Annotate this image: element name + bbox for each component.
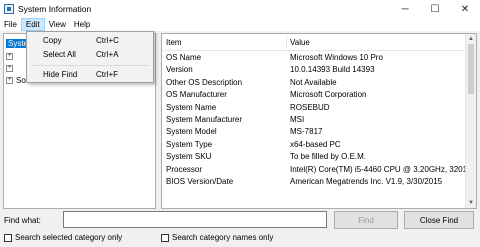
menu-item-shortcut: Ctrl+C (96, 36, 119, 45)
checkbox-box[interactable] (4, 233, 12, 242)
menu-item-label: Hide Find (43, 70, 78, 79)
edit-dropdown-menu: Copy Ctrl+C Select All Ctrl+A Hide Find … (26, 31, 154, 83)
list-header: Item Value (162, 34, 466, 51)
table-row[interactable]: Other OS Description Not Available (162, 77, 466, 89)
menu-item-label: Select All (43, 50, 76, 59)
scroll-up-arrow-icon[interactable]: ▲ (466, 34, 476, 44)
title-bar: System Information ─ ☐ ✕ (0, 0, 480, 18)
row-value: Microsoft Corporation (290, 90, 367, 100)
table-row[interactable]: System Model MS-7817 (162, 126, 466, 138)
row-value: Not Available (290, 77, 337, 87)
expand-icon[interactable]: + (6, 53, 13, 60)
table-row[interactable]: BIOS Version/Date American Megatrends In… (162, 176, 466, 188)
row-item: System Manufacturer (166, 115, 243, 124)
system-information-icon (4, 4, 14, 14)
menu-bar: File Edit View Help (0, 18, 480, 31)
menu-item-label: Copy (43, 36, 62, 45)
vertical-scrollbar[interactable]: ▲ ▼ (465, 34, 476, 208)
tree-item-collapsed[interactable]: + (6, 51, 16, 62)
table-row[interactable]: Processor Intel(R) Core(TM) i5-4460 CPU … (162, 164, 466, 176)
search-selected-category-checkbox[interactable]: Search selected category only (4, 233, 122, 242)
row-value: Microsoft Windows 10 Pro (290, 53, 383, 62)
column-header-value[interactable]: Value (290, 34, 310, 51)
row-item: BIOS Version/Date (166, 177, 234, 186)
table-row[interactable]: System Name ROSEBUD (162, 102, 466, 114)
find-what-label: Find what: (4, 216, 41, 225)
find-input[interactable] (63, 211, 327, 228)
minimize-button[interactable]: ─ (390, 0, 420, 18)
menu-item-copy[interactable]: Copy Ctrl+C (27, 35, 153, 46)
menu-view[interactable]: View (45, 18, 70, 31)
row-item: OS Name (166, 53, 202, 62)
menu-help[interactable]: Help (70, 18, 94, 31)
row-item: Processor (166, 164, 203, 174)
find-button[interactable]: Find (334, 211, 398, 229)
row-value: 10.0.14393 Build 14393 (290, 65, 375, 75)
table-row[interactable]: Version 10.0.14393 Build 14393 (162, 64, 466, 76)
row-value: MSI (290, 115, 305, 124)
search-category-names-checkbox[interactable]: Search category names only (161, 233, 273, 242)
row-item: Other OS Description (166, 77, 243, 87)
expand-icon[interactable]: + (6, 77, 13, 84)
table-row[interactable]: System Type x64-based PC (162, 139, 466, 151)
menu-file[interactable]: File (0, 18, 21, 31)
checkbox-label: Search category names only (172, 233, 274, 242)
menu-separator (33, 65, 149, 66)
column-divider[interactable] (286, 36, 287, 49)
row-item: System Type (166, 139, 213, 149)
expand-icon[interactable]: + (6, 65, 13, 72)
close-find-button[interactable]: Close Find (404, 211, 474, 229)
row-value: To be filled by O.E.M. (290, 152, 367, 162)
table-row[interactable]: OS Manufacturer Microsoft Corporation (162, 89, 466, 101)
table-row[interactable]: System Manufacturer MSI (162, 114, 466, 126)
row-item: System SKU (166, 152, 212, 162)
row-item: OS Manufacturer (166, 90, 227, 100)
details-list[interactable]: Item Value OS Name Microsoft Windows 10 … (161, 33, 477, 209)
window-title: System Information (18, 4, 92, 14)
row-value: x64-based PC (290, 139, 341, 149)
column-header-item[interactable]: Item (166, 34, 182, 51)
checkbox-box[interactable] (161, 233, 169, 242)
close-button[interactable]: ✕ (450, 0, 480, 18)
checkbox-label: Search selected category only (15, 233, 123, 242)
row-value: ROSEBUD (290, 102, 330, 112)
menu-item-shortcut: Ctrl+F (96, 70, 118, 79)
scroll-down-arrow-icon[interactable]: ▼ (466, 198, 476, 208)
row-item: System Model (166, 127, 217, 137)
menu-item-hide-find[interactable]: Hide Find Ctrl+F (27, 69, 153, 80)
row-value: Intel(R) Core(TM) i5-4460 CPU @ 3.20GHz,… (290, 164, 466, 174)
maximize-button[interactable]: ☐ (420, 0, 450, 18)
row-item: Version (166, 65, 193, 75)
window-controls: ─ ☐ ✕ (390, 0, 480, 18)
row-value: American Megatrends Inc. V1.9, 3/30/2015 (290, 177, 443, 186)
row-value: MS-7817 (290, 127, 323, 137)
table-row[interactable]: System SKU To be filled by O.E.M. (162, 151, 466, 163)
menu-edit[interactable]: Edit (20, 18, 45, 31)
tree-item-collapsed[interactable]: + (6, 63, 16, 74)
scroll-thumb[interactable] (468, 44, 474, 94)
row-item: System Name (166, 102, 217, 112)
menu-item-select-all[interactable]: Select All Ctrl+A (27, 49, 153, 60)
menu-item-shortcut: Ctrl+A (96, 50, 119, 59)
table-row[interactable]: OS Name Microsoft Windows 10 Pro (162, 52, 466, 64)
